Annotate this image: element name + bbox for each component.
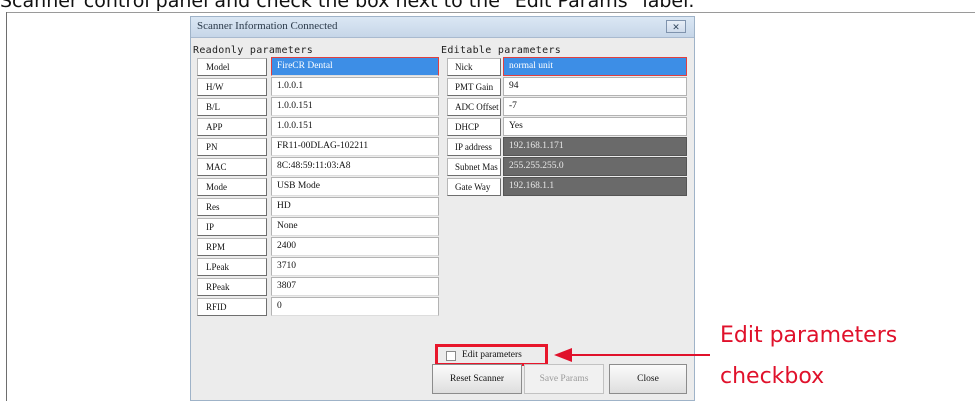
annotation-arrow-line: [572, 354, 710, 356]
param-row-subnet-mask: Subnet Mas 255.255.255.0: [445, 157, 687, 177]
param-label: Gate Way: [447, 178, 501, 196]
param-label: PN: [197, 138, 267, 156]
param-row-res: Res HD: [195, 197, 439, 217]
param-row-pn: PN FR11-00DLAG-102211: [195, 137, 439, 157]
param-row-rpm: RPM 2400: [195, 237, 439, 257]
close-button[interactable]: Close: [609, 364, 687, 394]
param-row-hw: H/W 1.0.0.1: [195, 77, 439, 97]
param-row-pmt-gain: PMT Gain 94: [445, 77, 687, 97]
param-row-mode: Mode USB Mode: [195, 177, 439, 197]
subnet-mask-field: 255.255.255.0: [503, 157, 687, 176]
param-row-rfid: RFID 0: [195, 297, 439, 317]
param-label: Res: [197, 198, 267, 216]
param-label: ADC Offset: [447, 98, 501, 116]
pmt-gain-field[interactable]: 94: [503, 77, 687, 96]
param-label: APP: [197, 118, 267, 136]
param-label: IP: [197, 218, 267, 236]
editable-table: Nick normal unit PMT Gain 94 ADC Offset -7 …: [445, 57, 687, 197]
param-row-rpeak: RPeak 3807: [195, 277, 439, 297]
param-label: RPM: [197, 238, 267, 256]
param-value: FR11-00DLAG-102211: [271, 137, 439, 156]
param-value: 0: [271, 297, 439, 316]
param-value: HD: [271, 197, 439, 216]
param-value: 3710: [271, 257, 439, 276]
param-row-ip-address: IP address 192.168.1.171: [445, 137, 687, 157]
annotation-label-line1: Edit parameters: [720, 323, 898, 348]
annotation-arrow-icon: [554, 348, 572, 362]
param-label: Mode: [197, 178, 267, 196]
edit-parameters-highlight-box: Edit parameters: [435, 344, 548, 366]
param-label: Subnet Mas: [447, 158, 501, 176]
param-row-dhcp: DHCP Yes: [445, 117, 687, 137]
param-label: DHCP: [447, 118, 501, 136]
param-row-nick: Nick normal unit: [445, 57, 687, 77]
param-value: 2400: [271, 237, 439, 256]
edit-parameters-label[interactable]: Edit parameters: [462, 350, 522, 360]
close-icon[interactable]: ✕: [666, 20, 686, 33]
param-value: None: [271, 217, 439, 236]
dhcp-field[interactable]: Yes: [503, 117, 687, 136]
reset-scanner-button[interactable]: Reset Scanner: [432, 364, 522, 394]
param-row-mac: MAC 8C:48:59:11:03:A8: [195, 157, 439, 177]
param-value: 1.0.0.151: [271, 117, 439, 136]
param-label: LPeak: [197, 258, 267, 276]
frame-border-left: [6, 12, 7, 401]
param-label: Model: [197, 58, 267, 76]
readonly-table: Model FireCR Dental H/W 1.0.0.1 B/L 1.0.0.1…: [195, 57, 439, 317]
nick-field[interactable]: normal unit: [503, 57, 687, 76]
adc-offset-field[interactable]: -7: [503, 97, 687, 116]
frame-border-top: [6, 12, 975, 13]
param-value: 1.0.0.1: [271, 77, 439, 96]
param-row-gateway: Gate Way 192.168.1.1: [445, 177, 687, 197]
param-row-model: Model FireCR Dental: [195, 57, 439, 77]
param-label: RFID: [197, 298, 267, 316]
param-label: Nick: [447, 58, 501, 76]
param-row-ip: IP None: [195, 217, 439, 237]
param-row-app: APP 1.0.0.151: [195, 117, 439, 137]
param-label: RPeak: [197, 278, 267, 296]
annotation-label-line2: checkbox: [720, 364, 825, 389]
edit-parameters-checkbox[interactable]: [446, 351, 456, 361]
param-value: 1.0.0.151: [271, 97, 439, 116]
param-row-adc-offset: ADC Offset -7: [445, 97, 687, 117]
editable-heading: Editable parameters: [441, 45, 562, 56]
ip-address-field: 192.168.1.171: [503, 137, 687, 156]
param-value: 8C:48:59:11:03:A8: [271, 157, 439, 176]
param-label: H/W: [197, 78, 267, 96]
param-row-lpeak: LPeak 3710: [195, 257, 439, 277]
dialog-title: Scanner Information Connected: [197, 20, 338, 32]
param-value: USB Mode: [271, 177, 439, 196]
param-value: 3807: [271, 277, 439, 296]
param-label: B/L: [197, 98, 267, 116]
gateway-field: 192.168.1.1: [503, 177, 687, 196]
instruction-caption: Scanner control panel and check the box …: [0, 0, 695, 12]
param-value: FireCR Dental: [271, 57, 439, 76]
dialog-titlebar: Scanner Information Connected ✕: [191, 17, 694, 38]
param-label: PMT Gain: [447, 78, 501, 96]
param-label: IP address: [447, 138, 501, 156]
param-label: MAC: [197, 158, 267, 176]
save-params-button: Save Params: [524, 364, 604, 394]
readonly-heading: Readonly parameters: [193, 45, 314, 56]
param-row-bl: B/L 1.0.0.151: [195, 97, 439, 117]
